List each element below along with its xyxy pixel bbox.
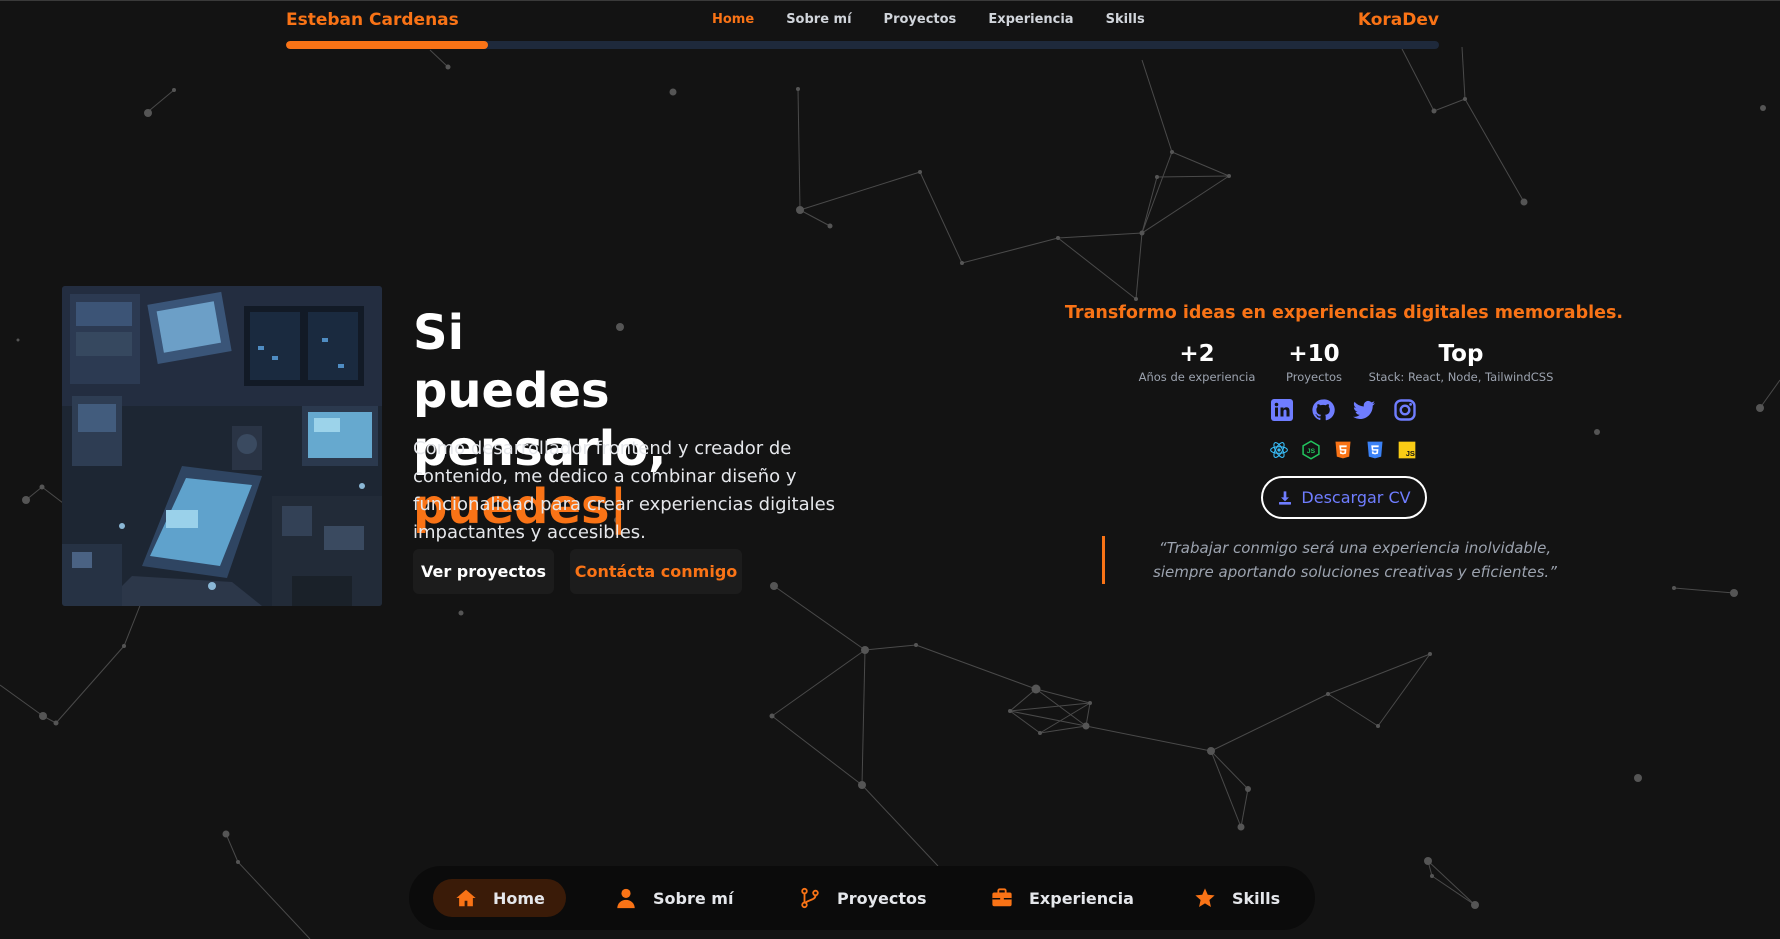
svg-text:JS: JS (1406, 449, 1415, 458)
nav-link-experiencia[interactable]: Experiencia (988, 12, 1073, 27)
dock-item-label: Proyectos (837, 888, 927, 908)
bottom-dock-nav: Home Sobre mí Proyectos Experiencia Skil… (409, 866, 1315, 930)
instagram-icon[interactable] (1393, 398, 1417, 422)
stat-label: Proyectos (1286, 370, 1342, 384)
stat-value: Top (1438, 341, 1484, 367)
profile-tagline: Transformo ideas en experiencias digital… (1064, 303, 1624, 323)
nav-link-proyectos[interactable]: Proyectos (884, 12, 957, 27)
svg-text:JS: JS (1307, 448, 1316, 455)
stat-stack: Top Stack: React, Node, TailwindCSS (1368, 340, 1554, 384)
dock-item-label: Experiencia (1029, 888, 1134, 908)
scroll-progress-fill (286, 41, 488, 49)
html5-icon (1335, 441, 1351, 459)
react-icon (1270, 442, 1288, 458)
download-cv-button[interactable]: Descargar CV (1261, 476, 1427, 519)
briefcase-icon (992, 888, 1012, 907)
nodejs-icon: JS (1302, 440, 1320, 460)
page: Esteban Cardenas Home Sobre mí Proyectos… (0, 0, 1780, 939)
scroll-progress-bar (286, 41, 1439, 49)
brand-logo[interactable]: KoraDev (1358, 10, 1439, 30)
nav-link-sobre-mi[interactable]: Sobre mí (786, 12, 851, 27)
home-icon (456, 889, 476, 907)
tech-stack-icons: JS JS (1269, 440, 1417, 460)
top-border (0, 0, 1780, 1)
dock-item-skills[interactable]: Skills (1194, 879, 1280, 917)
hero-illustration (62, 286, 382, 606)
download-icon (1279, 490, 1292, 505)
css3-icon (1367, 441, 1383, 459)
stat-label: Stack: React, Node, TailwindCSS (1368, 370, 1554, 384)
twitter-icon[interactable] (1352, 398, 1376, 422)
hero-title-word-si: Si (413, 305, 465, 361)
hero-description: Como desarrollador frontend y creador de… (413, 438, 836, 543)
top-nav: Home Sobre mí Proyectos Experiencia Skil… (712, 12, 1145, 27)
github-icon[interactable] (1311, 398, 1335, 422)
nav-link-skills[interactable]: Skills (1106, 12, 1145, 27)
stat-value: +2 (1179, 341, 1215, 367)
hero-title-word-puedes: puedes (413, 363, 610, 419)
quote-accent-bar (1102, 536, 1105, 584)
profile-quote: “Trabajar conmigo será una experiencia i… (1153, 539, 1557, 581)
dock-item-proyectos[interactable]: Proyectos (799, 879, 927, 917)
stat-label: Años de experiencia (1138, 370, 1256, 384)
dock-item-label: Home (493, 888, 545, 908)
view-projects-button[interactable]: Ver proyectos (413, 549, 554, 594)
dock-item-label: Sobre mí (653, 888, 734, 908)
star-icon (1195, 888, 1215, 907)
branch-icon (801, 887, 819, 909)
download-cv-label: Descargar CV (1301, 488, 1411, 507)
stat-projects: +10 Proyectos (1276, 340, 1352, 384)
brand-name[interactable]: Esteban Cardenas (286, 10, 459, 30)
user-icon (617, 888, 635, 909)
dock-item-label: Skills (1232, 888, 1281, 908)
stat-experience: +2 Años de experiencia (1124, 340, 1270, 384)
dock-item-sobre-mi[interactable]: Sobre mí (615, 879, 733, 917)
social-links (1270, 398, 1417, 422)
nav-link-home[interactable]: Home (712, 12, 754, 27)
javascript-icon: JS (1398, 441, 1416, 459)
dock-item-home[interactable]: Home (433, 879, 566, 917)
stat-value: +10 (1288, 341, 1340, 367)
dock-item-experiencia[interactable]: Experiencia (991, 879, 1134, 917)
contact-button[interactable]: Contácta conmigo (570, 549, 742, 594)
linkedin-icon[interactable] (1270, 398, 1294, 422)
